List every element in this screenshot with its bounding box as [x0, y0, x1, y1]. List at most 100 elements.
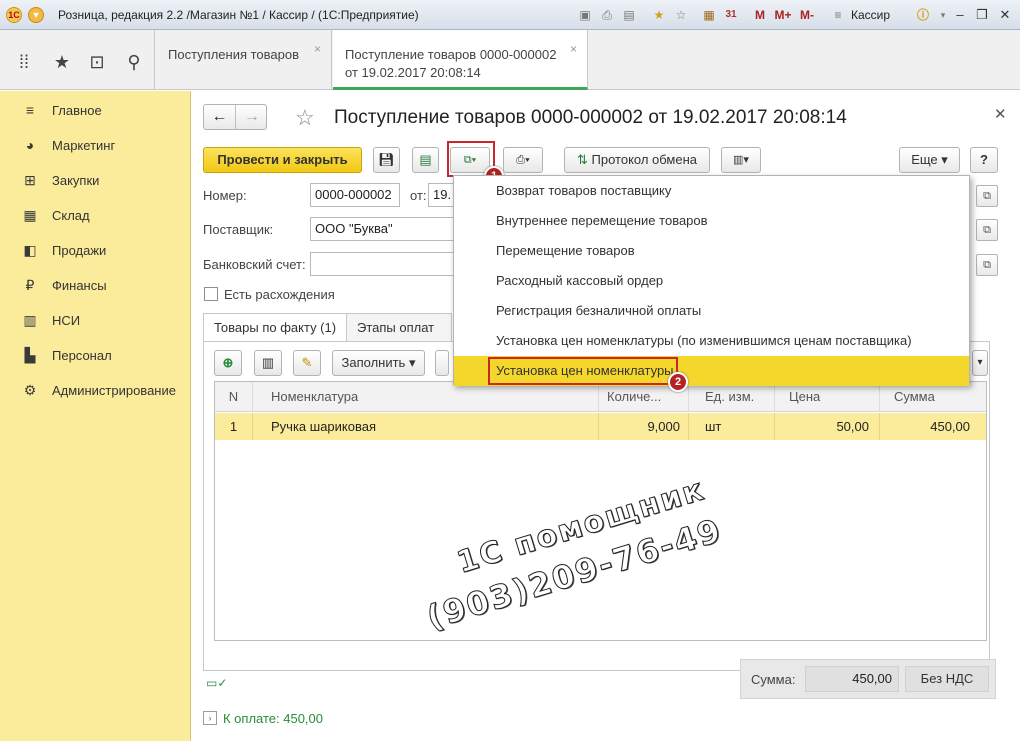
sidebar-item-warehouse[interactable]: ▦ Склад: [0, 198, 191, 233]
table-row[interactable]: 1 Ручка шариковая 9,000 шт 50,00 450,00: [215, 413, 986, 440]
favorites-star-icon[interactable]: ★: [52, 52, 72, 72]
open-icon[interactable]: ⧉: [976, 185, 998, 207]
expand-icon[interactable]: ›: [203, 711, 217, 725]
totals-panel: Сумма: 450,00 Без НДС: [740, 659, 996, 699]
calculator-icon[interactable]: ▦: [701, 7, 717, 23]
fill-button[interactable]: Заполнить ▾: [332, 350, 425, 376]
menu-icon[interactable]: ▼: [28, 7, 44, 23]
memory-icon[interactable]: M: [752, 7, 768, 23]
col-price[interactable]: Цена: [775, 382, 880, 412]
sidebar-item-personnel[interactable]: ▙ Персонал: [0, 338, 191, 373]
col-n[interactable]: N: [215, 382, 253, 412]
info-dropdown-icon[interactable]: ▾: [935, 7, 951, 23]
sidebar-item-label: НСИ: [52, 313, 81, 328]
post-document-icon[interactable]: ▤: [412, 147, 439, 173]
restore-icon[interactable]: ❐: [973, 6, 991, 24]
discrepancy-checkbox[interactable]: [204, 287, 218, 301]
search-icon[interactable]: ⚲: [124, 52, 144, 72]
bank-account-field[interactable]: [310, 252, 460, 276]
menu-item-transfer[interactable]: Перемещение товаров: [454, 236, 969, 266]
tab-label-line2: от 19.02.2017 20:08:14: [345, 65, 481, 80]
reports-button[interactable]: ▥▾: [721, 147, 761, 173]
tab-receipt-document[interactable]: Поступление товаров 0000-000002 от 19.02…: [333, 30, 588, 90]
col-item[interactable]: Номенклатура: [253, 382, 599, 412]
sidebar-item-label: Продажи: [52, 243, 107, 258]
check-icon[interactable]: ▭✓: [206, 676, 227, 690]
open-icon[interactable]: ⧉: [976, 254, 998, 276]
tab-label-line1: Поступление товаров 0000-000002: [345, 47, 557, 62]
cell-item: Ручка шариковая: [253, 413, 599, 440]
save-icon[interactable]: 💾︎: [373, 147, 400, 173]
nav-icons: ⁞⁞ ★ ⊡ ⚲: [0, 30, 155, 90]
cell-n: 1: [215, 413, 253, 440]
exchange-protocol-button[interactable]: ⇅ Протокол обмена: [564, 147, 710, 173]
tab-goods-actual[interactable]: Товары по факту (1): [203, 313, 348, 342]
sum-value: 450,00: [805, 666, 899, 692]
barcode-icon[interactable]: ▥: [254, 350, 282, 376]
sidebar-item-sales[interactable]: ◧ Продажи: [0, 233, 191, 268]
tab-label: Поступления товаров: [168, 47, 300, 62]
add-row-icon[interactable]: ⊕: [214, 350, 242, 376]
tab-receipts-list[interactable]: Поступления товаров ×: [156, 30, 332, 90]
close-icon[interactable]: ✕: [994, 105, 1007, 123]
menu-item-price-setting-supplier[interactable]: Установка цен номенклатуры (по изменивши…: [454, 326, 969, 356]
post-and-close-button[interactable]: Провести и закрыть: [203, 147, 362, 173]
help-button[interactable]: ?: [970, 147, 998, 173]
close-icon[interactable]: ×: [314, 42, 321, 56]
number-field[interactable]: 0000-000002: [310, 183, 400, 207]
cell-price: 50,00: [775, 413, 880, 440]
favorites-icon[interactable]: ☆: [673, 7, 689, 23]
calendar-icon[interactable]: 31: [723, 7, 739, 23]
window-titlebar: 1С ▼ Розница, редакция 2.2 /Магазин №1 /…: [0, 0, 1020, 30]
minimize-icon[interactable]: ‒: [951, 6, 969, 24]
link-icon[interactable]: ▣: [577, 7, 593, 23]
more-button[interactable]: Еще ▾: [899, 147, 960, 173]
number-label: Номер:: [203, 188, 247, 203]
highlight-frame: [488, 357, 678, 385]
close-icon[interactable]: ✕: [996, 6, 1014, 24]
memory-minus-icon[interactable]: M-: [796, 7, 818, 23]
memory-plus-icon[interactable]: M+: [772, 7, 794, 23]
sidebar-item-main[interactable]: ≡ Главное: [0, 93, 191, 128]
menu-item-cashless-payment[interactable]: Регистрация безналичной оплаты: [454, 296, 969, 326]
apps-grid-icon[interactable]: ⁞⁞: [14, 52, 34, 72]
payment-total[interactable]: К оплате: 450,00: [223, 711, 323, 726]
sidebar-item-administration[interactable]: ⚙ Администрирование: [0, 373, 191, 408]
sidebar-item-marketing[interactable]: ◕ Маркетинг: [0, 128, 191, 163]
col-sum[interactable]: Сумма: [880, 382, 986, 412]
vat-value[interactable]: Без НДС: [905, 666, 989, 692]
sidebar-item-finance[interactable]: ₽ Финансы: [0, 268, 191, 303]
grid-more-dropdown[interactable]: ▾: [972, 350, 988, 376]
back-arrow-icon[interactable]: ←: [204, 105, 236, 129]
more-label: Еще: [911, 152, 938, 167]
menu-item-cash-outflow[interactable]: Расходный кассовый ордер: [454, 266, 969, 296]
history-icon[interactable]: ▤: [621, 7, 637, 23]
sidebar-item-label: Закупки: [52, 173, 100, 188]
supplier-field[interactable]: ООО "Буква": [310, 217, 460, 241]
forward-arrow-icon[interactable]: →: [236, 105, 268, 129]
print-button[interactable]: ⎙▾: [503, 147, 543, 173]
more-grid-button[interactable]: [435, 350, 449, 376]
table-header: N Номенклатура Количе... Ед. изм. Цена С…: [215, 382, 986, 412]
pick-icon[interactable]: ✎: [293, 350, 321, 376]
sidebar-item-label: Маркетинг: [52, 138, 116, 153]
history-clock-icon[interactable]: ⊡: [87, 52, 107, 72]
sidebar-item-nsi[interactable]: ▥ НСИ: [0, 303, 191, 338]
tab-payment-stages[interactable]: Этапы оплат (1: [346, 313, 452, 363]
open-icon[interactable]: ⧉: [976, 219, 998, 241]
current-user[interactable]: Кассир: [851, 8, 890, 22]
menu-item-return-goods[interactable]: Возврат товаров поставщику: [454, 176, 969, 206]
person-icon: ▙: [24, 347, 36, 363]
sidebar-item-label: Администрирование: [52, 383, 176, 398]
date-label: от:: [410, 188, 427, 203]
favorite-star-icon[interactable]: ☆: [295, 105, 315, 131]
gear-icon: ⚙: [23, 382, 37, 398]
close-icon[interactable]: ×: [570, 42, 577, 56]
menu-item-internal-transfer[interactable]: Внутреннее перемещение товаров: [454, 206, 969, 236]
favorite-add-icon[interactable]: ★: [651, 7, 667, 23]
sidebar-item-purchases[interactable]: ⊞ Закупки: [0, 163, 191, 198]
exchange-protocol-label: Протокол обмена: [591, 152, 698, 167]
print-icon[interactable]: ⎙: [599, 7, 615, 23]
info-icon[interactable]: ⓘ: [915, 7, 931, 23]
logo-icon[interactable]: 1С: [6, 7, 22, 23]
